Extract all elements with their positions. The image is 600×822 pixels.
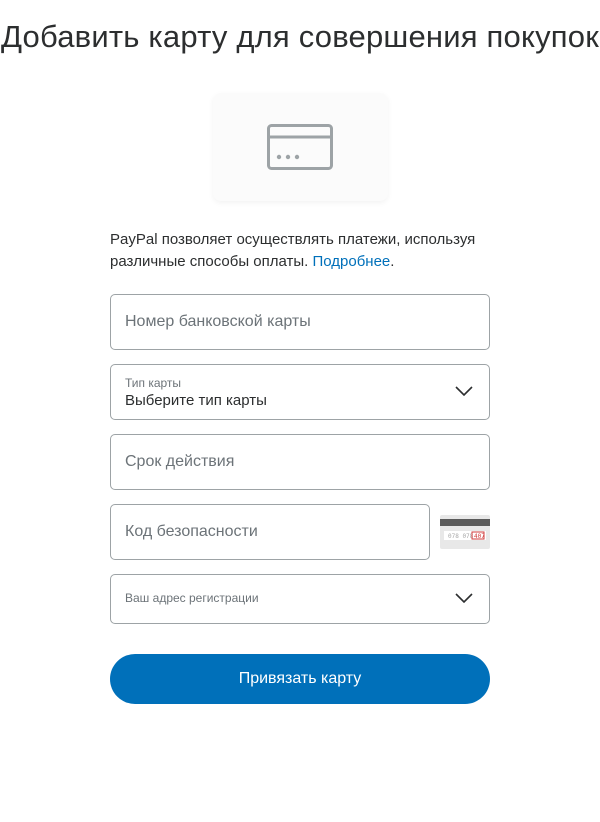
svg-text:078 078: 078 078 [448, 533, 474, 540]
chevron-down-icon [455, 590, 473, 608]
svg-text:407: 407 [474, 533, 485, 540]
cvv-card-icon: 078 078 407 [440, 515, 490, 549]
intro-text-body: PayPal позволяет осуществлять платежи, и… [110, 231, 475, 270]
credit-card-icon [267, 124, 333, 170]
security-row: 078 078 407 [110, 504, 490, 560]
page-title: Добавить карту для совершения покупок [1, 18, 599, 57]
form-content: PayPal позволяет осуществлять платежи, и… [110, 229, 490, 705]
card-number-input[interactable] [111, 295, 489, 349]
link-card-button[interactable]: Привязать карту [110, 654, 490, 704]
intro-text: PayPal позволяет осуществлять платежи, и… [110, 229, 490, 273]
card-illustration [213, 93, 388, 201]
card-type-select[interactable]: Тип карты Выберите тип карты [110, 364, 490, 420]
card-type-label: Тип карты [125, 376, 475, 390]
expiry-field[interactable] [110, 434, 490, 490]
billing-address-label: Ваш адрес регистрации [125, 591, 475, 605]
card-number-field[interactable] [110, 294, 490, 350]
billing-address-select[interactable]: Ваш адрес регистрации [110, 574, 490, 624]
security-code-input[interactable] [111, 505, 429, 559]
chevron-down-icon [455, 383, 473, 401]
security-code-field[interactable] [110, 504, 430, 560]
card-type-value: Выберите тип карты [125, 392, 475, 409]
intro-suffix: . [390, 253, 394, 270]
expiry-input[interactable] [111, 435, 489, 489]
learn-more-link[interactable]: Подробнее [312, 253, 390, 270]
